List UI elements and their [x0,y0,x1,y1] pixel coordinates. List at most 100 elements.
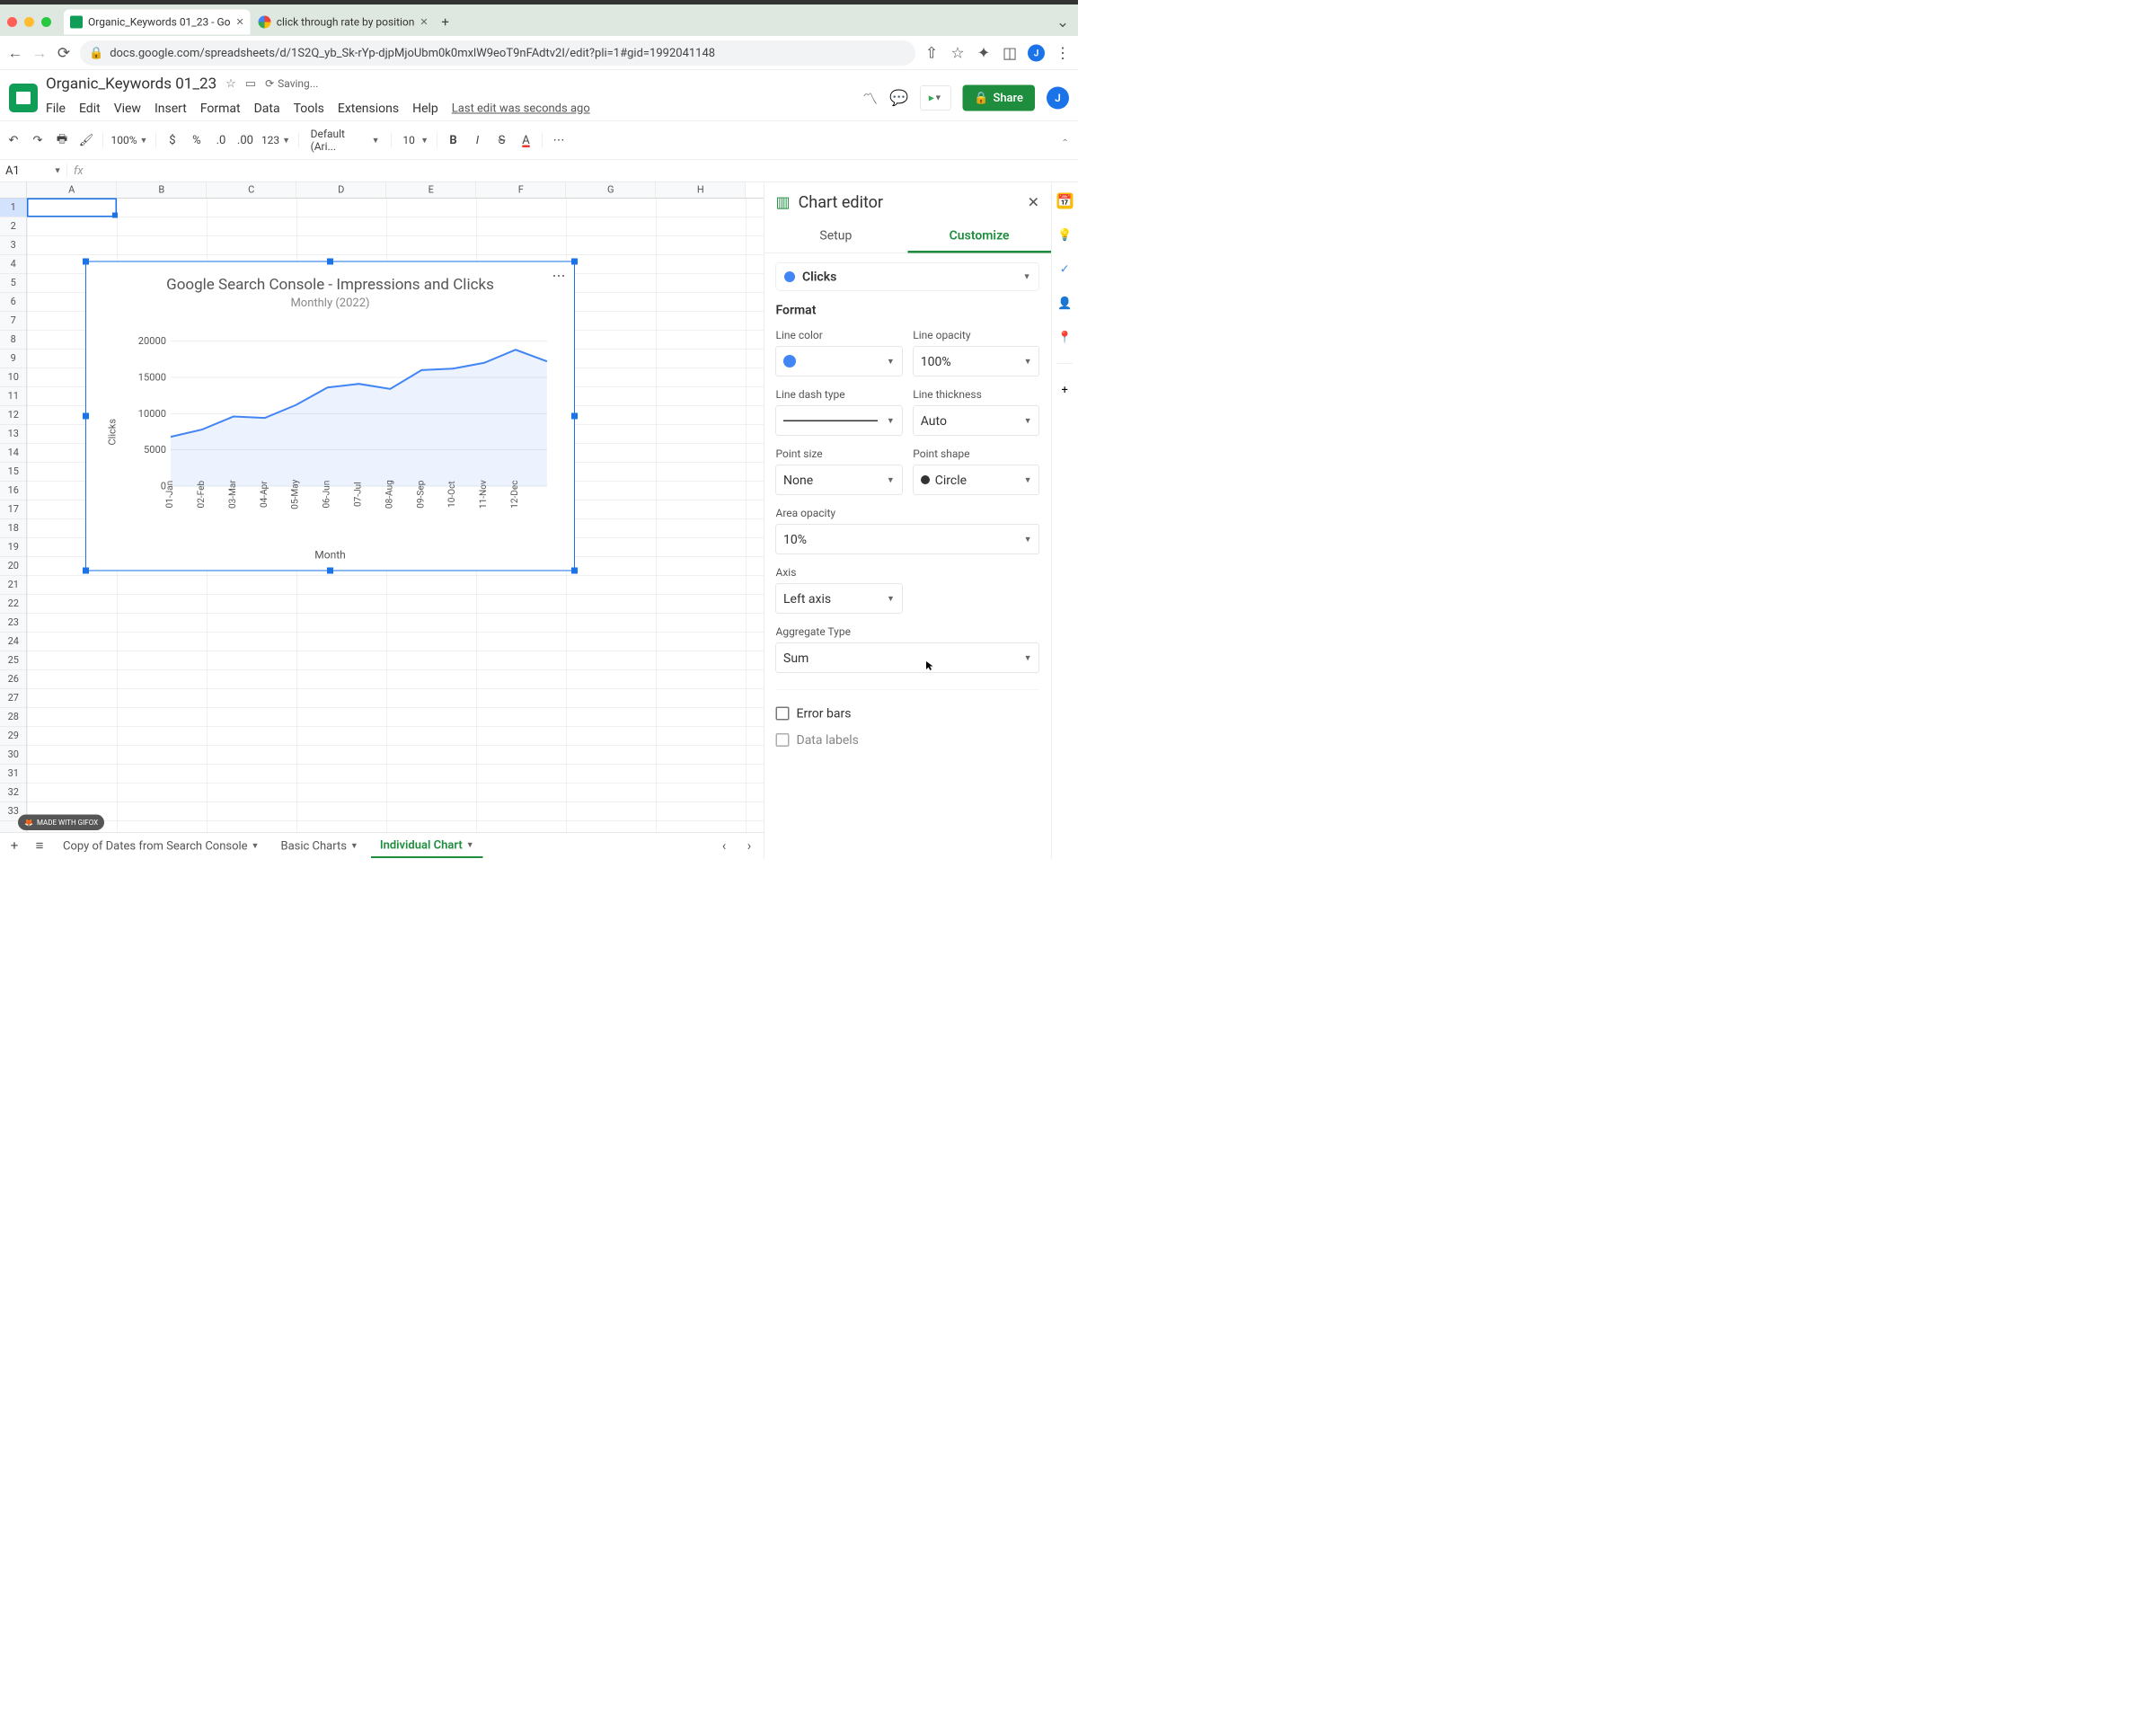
row-header[interactable]: 25 [0,651,27,670]
line-dash-select[interactable]: ▼ [776,405,903,436]
last-edit-link[interactable]: Last edit was seconds ago [452,102,590,115]
formula-input[interactable] [90,160,1078,182]
menu-extensions[interactable]: Extensions [338,101,399,116]
calendar-icon[interactable]: 📅 [1056,193,1073,209]
format-select[interactable]: 123▼ [261,134,290,146]
profile-avatar[interactable]: J [1028,44,1045,61]
x-axis-label[interactable]: Month [104,549,556,562]
row-header[interactable]: 22 [0,595,27,614]
increase-decimal-icon[interactable]: .00 [237,132,253,148]
line-thickness-select[interactable]: Auto▼ [913,405,1039,436]
close-panel-icon[interactable]: ✕ [1028,194,1039,211]
scroll-left-icon[interactable]: ‹ [713,835,735,856]
row-header[interactable]: 17 [0,500,27,519]
row-header[interactable]: 5 [0,274,27,293]
side-panel-icon[interactable]: ◫ [1002,45,1018,61]
row-header[interactable]: 15 [0,463,27,482]
browser-tab[interactable]: click through rate by position ✕ [252,10,435,35]
close-window-icon[interactable] [7,17,17,27]
row-header[interactable]: 30 [0,746,27,765]
menu-edit[interactable]: Edit [79,101,101,116]
share-up-icon[interactable]: ⇧ [923,45,940,61]
column-header[interactable]: A [27,182,117,199]
chart-subtitle[interactable]: Monthly (2022) [104,297,556,310]
row-header[interactable]: 1 [0,199,27,217]
row-header[interactable]: 13 [0,425,27,444]
column-header[interactable]: B [117,182,207,199]
row-header[interactable]: 29 [0,727,27,746]
more-icon[interactable]: ⋯ [551,132,567,148]
resize-handle[interactable] [83,568,89,574]
select-all-corner[interactable] [0,182,27,199]
resize-handle[interactable] [571,568,578,574]
row-header[interactable]: 18 [0,519,27,538]
comments-icon[interactable]: 💬 [889,89,908,107]
menu-view[interactable]: View [114,101,141,116]
sheet-tab-active[interactable]: Individual Chart▼ [371,834,483,858]
address-bar[interactable]: 🔒 docs.google.com/spreadsheets/d/1S2Q_yb… [80,40,915,66]
row-header[interactable]: 14 [0,444,27,463]
column-header[interactable]: F [476,182,566,199]
row-header[interactable]: 19 [0,538,27,557]
row-header[interactable]: 23 [0,614,27,633]
paint-format-icon[interactable]: 🖌 [78,132,94,148]
row-header[interactable]: 3 [0,236,27,255]
aggregate-select[interactable]: Sum▼ [776,642,1040,673]
browser-tab-active[interactable]: Organic_Keywords 01_23 - Go ✕ [64,10,251,35]
font-select[interactable]: Default (Ari...▼ [307,126,384,155]
row-header[interactable]: 26 [0,670,27,689]
forward-icon[interactable]: → [31,45,48,61]
contacts-icon[interactable]: 👤 [1056,296,1073,312]
row-header[interactable]: 6 [0,293,27,312]
maps-icon[interactable]: 📍 [1056,330,1073,346]
cell-name-box[interactable]: A1▼ [0,164,67,177]
row-header[interactable]: 2 [0,217,27,236]
all-sheets-button[interactable]: ≡ [29,835,50,856]
close-tab-icon[interactable]: ✕ [420,16,428,28]
star-icon[interactable]: ☆ [950,45,966,61]
axis-select[interactable]: Left axis▼ [776,583,903,614]
resize-handle[interactable] [327,259,333,265]
meet-button[interactable]: ▶▼ [920,85,950,111]
strikethrough-icon[interactable]: S [494,132,510,148]
close-tab-icon[interactable]: ✕ [235,16,243,28]
row-header[interactable]: 11 [0,387,27,406]
italic-icon[interactable]: I [470,132,486,148]
menu-file[interactable]: File [46,101,66,116]
window-controls[interactable] [7,17,51,27]
point-shape-select[interactable]: Circle▼ [913,465,1039,495]
row-header[interactable]: 32 [0,784,27,802]
point-size-select[interactable]: None▼ [776,465,903,495]
minimize-window-icon[interactable] [24,17,34,27]
text-color-icon[interactable]: A [518,132,535,148]
fill-handle[interactable] [112,213,118,218]
menu-format[interactable]: Format [200,101,241,116]
series-select[interactable]: Clicks ▼ [776,262,1040,291]
sheet-tab[interactable]: Basic Charts▼ [271,835,367,857]
zoom-select[interactable]: 100%▼ [111,134,148,146]
move-icon[interactable]: ▭ [245,77,256,91]
menu-tools[interactable]: Tools [294,101,324,116]
embedded-chart[interactable]: ⋮ Google Search Console - Impressions an… [85,261,575,571]
resize-handle[interactable] [83,259,89,265]
row-header[interactable]: 31 [0,765,27,784]
font-size-select[interactable]: 10▼ [400,134,429,146]
percent-icon[interactable]: % [189,132,205,148]
row-header[interactable]: 21 [0,576,27,595]
keep-icon[interactable]: 💡 [1056,227,1073,244]
reload-icon[interactable]: ⟳ [56,45,72,61]
cells-grid[interactable]: ⋮ Google Search Console - Impressions an… [27,199,764,833]
row-header[interactable]: 20 [0,557,27,576]
row-header[interactable]: 4 [0,255,27,274]
maximize-window-icon[interactable] [41,17,51,27]
row-header[interactable]: 8 [0,331,27,350]
bold-icon[interactable]: B [446,132,462,148]
doc-title[interactable]: Organic_Keywords 01_23 [46,75,216,93]
chart-kebab-icon[interactable]: ⋮ [552,270,568,281]
column-header[interactable]: C [207,182,296,199]
print-icon[interactable]: 🖶 [54,132,70,148]
column-header[interactable]: G [566,182,656,199]
tab-setup[interactable]: Setup [764,220,908,253]
sheet-tab[interactable]: Copy of Dates from Search Console▼ [54,835,268,857]
line-opacity-select[interactable]: 100%▼ [913,346,1039,376]
